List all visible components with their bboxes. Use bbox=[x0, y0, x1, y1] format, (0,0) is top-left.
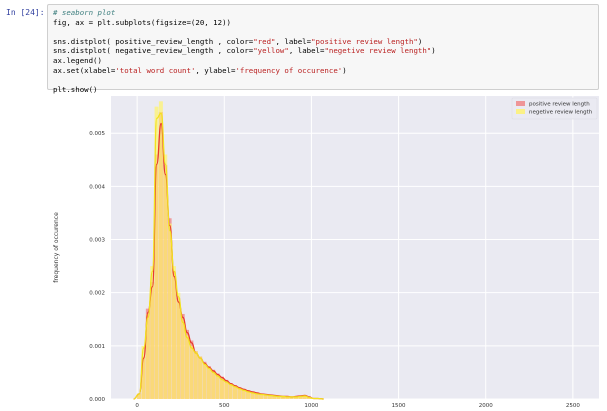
histogram-bar bbox=[219, 378, 224, 399]
code-token: ) bbox=[342, 65, 347, 75]
legend: positive review length negetive review le… bbox=[511, 97, 598, 120]
code-token: , ylabel= bbox=[195, 65, 236, 75]
legend-swatch bbox=[516, 101, 525, 106]
code-token: ) bbox=[431, 46, 436, 56]
histogram-bar bbox=[228, 384, 233, 399]
code-comment: # seaborn plot bbox=[53, 8, 116, 17]
code-string: "negetive review length" bbox=[324, 46, 432, 56]
code-token: sns.distplot( positive_review_length , c… bbox=[53, 36, 254, 46]
y-axis-label: frequency of occurence bbox=[53, 212, 60, 283]
y-tick-label: 0.001 bbox=[89, 344, 105, 350]
x-tick-label: 2500 bbox=[566, 403, 580, 409]
code-line: ax.legend() bbox=[53, 56, 593, 66]
x-tick-label: 0 bbox=[135, 403, 139, 409]
histogram-bar bbox=[211, 371, 216, 399]
distribution-plot: 0 500 1000 1500 2000 2500 0.000 0.001 0.002 0.003… bbox=[53, 96, 599, 409]
histogram-bar bbox=[172, 266, 176, 399]
histogram-bar bbox=[233, 386, 237, 399]
code-token: , label= bbox=[275, 36, 312, 46]
legend-swatch bbox=[516, 109, 525, 114]
code-string: "positive review length" bbox=[311, 36, 418, 46]
legend-label: negetive review length bbox=[529, 110, 593, 116]
y-tick-label: 0.005 bbox=[89, 131, 105, 137]
code-line: sns.distplot( positive_review_length , c… bbox=[53, 37, 593, 47]
histogram-bar bbox=[241, 389, 246, 399]
legend-label: positive review length bbox=[529, 102, 590, 108]
histogram-bar bbox=[185, 335, 190, 399]
code-token: fig, ax = plt.subplots(figsize=(20, 12)) bbox=[53, 17, 231, 27]
code-token: ax.set(xlabel= bbox=[53, 65, 116, 75]
code-editor[interactable]: # seaborn plot fig, ax = plt.subplots(fig… bbox=[48, 5, 598, 97]
code-line: plt.show() bbox=[53, 85, 593, 95]
x-tick-label: 1000 bbox=[304, 403, 318, 409]
code-token: ) bbox=[417, 36, 423, 46]
histogram-bar bbox=[193, 351, 198, 399]
code-cell-input[interactable]: # seaborn plot fig, ax = plt.subplots(fig… bbox=[47, 4, 599, 94]
histogram-bar bbox=[198, 356, 203, 399]
code-line: sns.distplot( negative_review_length , c… bbox=[53, 46, 593, 56]
histogram-bar bbox=[206, 367, 211, 399]
histogram-bar bbox=[224, 381, 229, 399]
code-token: plt.show() bbox=[53, 84, 98, 94]
histogram-bar bbox=[202, 362, 207, 399]
code-token: ax.legend() bbox=[53, 55, 102, 65]
y-tick-label: 0.000 bbox=[89, 397, 105, 403]
code-line: fig, ax = plt.subplots(figsize=(20, 12)) bbox=[53, 18, 593, 28]
histogram-bar bbox=[215, 375, 220, 399]
histogram-bar bbox=[167, 223, 172, 399]
cell-prompt: In [24]: bbox=[6, 8, 45, 17]
code-string: 'frequency of occurence' bbox=[235, 65, 343, 75]
code-string: "red" bbox=[253, 36, 276, 46]
histogram-bar bbox=[237, 388, 242, 399]
y-tick-label: 0.002 bbox=[89, 291, 105, 297]
histogram-bar bbox=[180, 319, 185, 399]
code-token: , label= bbox=[288, 46, 325, 56]
histogram-bar bbox=[176, 292, 181, 399]
y-tick-label: 0.004 bbox=[89, 184, 105, 190]
y-tick-label: 0.003 bbox=[89, 238, 105, 244]
code-line: ax.set(xlabel='total word count', ylabel… bbox=[53, 66, 593, 76]
code-string: "yellow" bbox=[253, 46, 289, 56]
histogram-bar bbox=[158, 101, 163, 399]
histogram-bar bbox=[189, 345, 194, 399]
x-tick-label: 1500 bbox=[392, 403, 406, 409]
x-tick-label: 500 bbox=[219, 403, 230, 409]
code-string: 'total word count' bbox=[115, 65, 196, 75]
code-line: # seaborn plot bbox=[53, 8, 593, 18]
code-token: sns.distplot( negative_review_length , c… bbox=[53, 46, 254, 56]
x-tick-label: 2000 bbox=[479, 403, 493, 409]
cell-output: 0 500 1000 1500 2000 2500 0.000 0.001 0.002 0.003… bbox=[47, 94, 603, 411]
